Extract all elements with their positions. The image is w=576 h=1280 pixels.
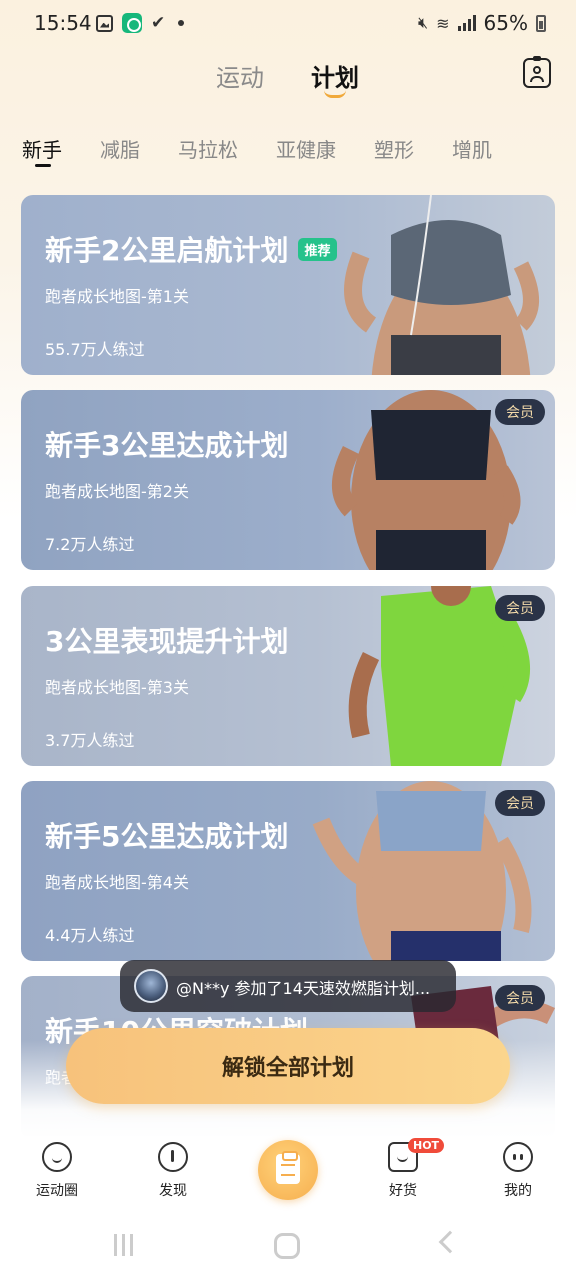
gallery-icon <box>96 14 113 32</box>
category-tab-shaping[interactable]: 塑形 <box>374 134 414 168</box>
toast-text: @N**y 参加了14天速效燃脂计划... <box>176 979 431 998</box>
category-tab-marathon[interactable]: 马拉松 <box>178 134 238 168</box>
back-button[interactable] <box>438 1230 462 1254</box>
nav-item-sport-circle[interactable]: 运动圈 <box>17 1142 97 1200</box>
plan-title: 3公里表现提升计划 <box>45 625 289 658</box>
plan-subtitle: 跑者成长地图-第1关 <box>45 287 189 306</box>
member-badge: 会员 <box>495 985 545 1011</box>
plan-title: 新手3公里达成计划 <box>45 429 289 462</box>
plan-title: 新手2公里启航计划 推荐 <box>45 229 337 269</box>
plan-subtitle: 跑者成长地图-第3关 <box>45 678 189 697</box>
status-icons-left: ✔ <box>96 12 185 33</box>
plan-title: 新手5公里达成计划 <box>45 820 289 853</box>
hot-badge: HOT <box>408 1138 445 1153</box>
signal-icon <box>457 15 476 31</box>
plan-card[interactable]: 会员 3公里表现提升计划 跑者成长地图-第3关 3.7万人练过 <box>21 586 555 766</box>
nav-label: 我的 <box>504 1183 532 1199</box>
plan-count: 4.4万人练过 <box>45 926 135 945</box>
nav-item-discover[interactable]: 发现 <box>133 1142 213 1200</box>
plan-subtitle: 跑者成长地图-第4关 <box>45 873 189 892</box>
plan-count: 55.7万人练过 <box>45 340 145 359</box>
compass-icon <box>158 1142 188 1172</box>
tab-plan[interactable]: 计划 <box>311 58 359 93</box>
member-badge: 会员 <box>495 790 545 816</box>
plan-card[interactable]: 会员 新手5公里达成计划 跑者成长地图-第4关 4.4万人练过 <box>21 781 555 961</box>
category-tab-beginner[interactable]: 新手 <box>22 134 62 168</box>
plan-subtitle: 跑者成长地图-第2关 <box>45 482 189 501</box>
status-time: 15:54 <box>34 11 92 35</box>
mute-icon: 🔇︎ <box>418 13 429 32</box>
profile-card-icon[interactable] <box>523 56 551 88</box>
category-tab-fat-loss[interactable]: 减脂 <box>100 134 140 168</box>
member-badge: 会员 <box>495 595 545 621</box>
wifi-icon: ≋ <box>436 13 450 33</box>
app-icon <box>122 13 142 33</box>
plan-card[interactable]: 会员 新手3公里达成计划 跑者成长地图-第2关 7.2万人练过 <box>21 390 555 570</box>
nav-label: 好货 <box>389 1183 417 1199</box>
battery-percent: 65% <box>483 11 528 35</box>
nav-item-me[interactable]: 我的 <box>478 1142 558 1200</box>
status-bar: 15:54 ✔ 🔇︎ ≋ 65% <box>0 0 576 48</box>
category-tab-sub-health[interactable]: 亚健康 <box>276 134 336 168</box>
home-button[interactable] <box>274 1233 300 1259</box>
check-icon: ✔ <box>151 12 166 33</box>
bottom-nav: 运动圈 发现 好货 HOT 我的 <box>0 1136 576 1216</box>
dot-icon <box>178 20 185 26</box>
avatar <box>134 969 168 1003</box>
nav-label: 发现 <box>159 1183 187 1199</box>
category-tab-muscle[interactable]: 增肌 <box>452 134 492 168</box>
recommend-tag: 推荐 <box>298 238 337 261</box>
activity-toast: @N**y 参加了14天速效燃脂计划... <box>120 960 456 1012</box>
status-icons-right: 🔇︎ ≋ 65% <box>418 11 546 35</box>
unlock-all-plans-button[interactable]: 解锁全部计划 <box>66 1028 510 1104</box>
battery-icon <box>536 14 546 32</box>
face-icon <box>503 1142 533 1172</box>
plan-count: 7.2万人练过 <box>45 535 135 554</box>
plan-card[interactable]: 新手2公里启航计划 推荐 跑者成长地图-第1关 55.7万人练过 <box>21 195 555 375</box>
runner-photo <box>344 195 539 375</box>
tab-sport[interactable]: 运动 <box>216 58 264 93</box>
category-tabs: 新手 减脂 马拉松 亚健康 塑形 增肌 <box>22 134 530 168</box>
chat-bubble-icon <box>42 1142 72 1172</box>
nav-label: 运动圈 <box>36 1183 78 1199</box>
plan-count: 3.7万人练过 <box>45 731 135 750</box>
plan-clipboard-icon[interactable] <box>258 1140 318 1200</box>
member-badge: 会员 <box>495 399 545 425</box>
system-nav-bar <box>0 1216 576 1280</box>
recent-apps-button[interactable] <box>114 1234 133 1256</box>
tab-active-indicator <box>324 90 346 98</box>
